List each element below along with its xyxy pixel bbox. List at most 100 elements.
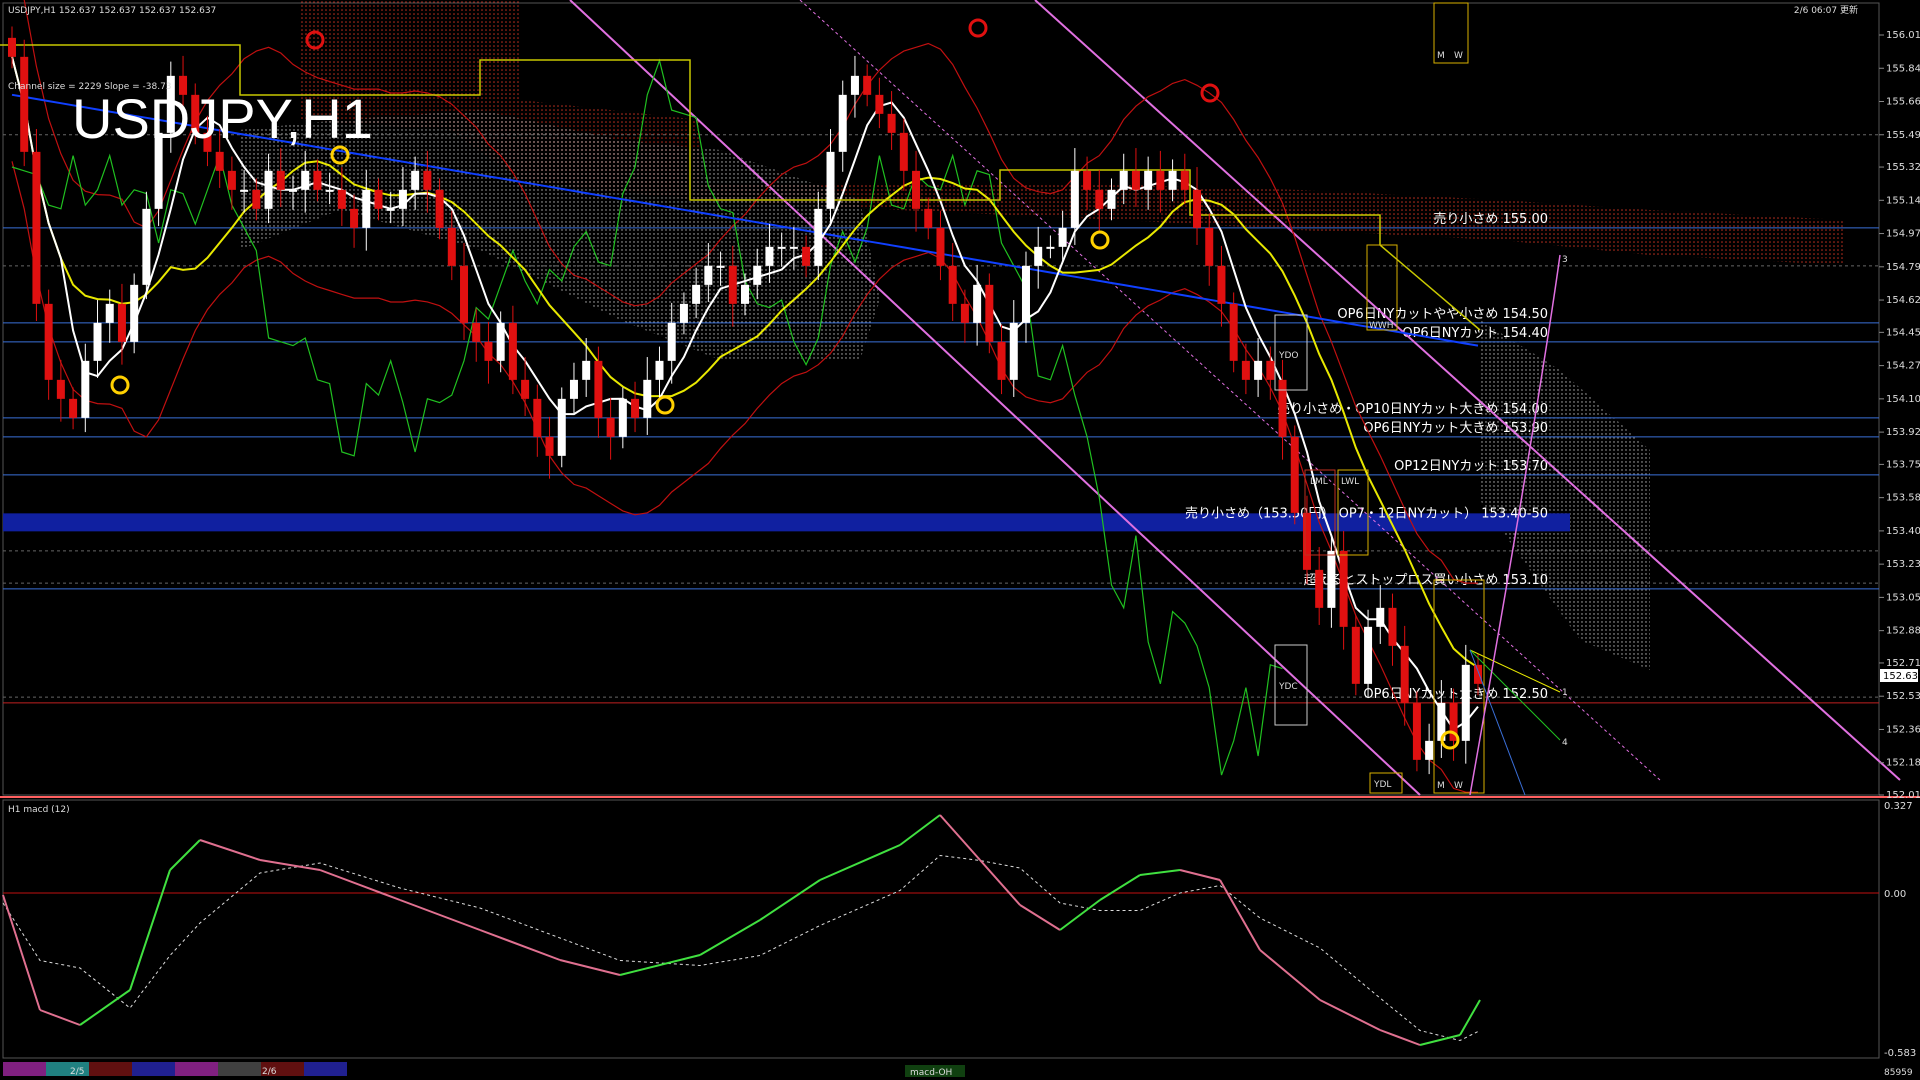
candle-body: [337, 189, 346, 209]
candle-body: [313, 170, 322, 190]
candle-body: [374, 189, 383, 209]
w-label-bottom: W: [1454, 781, 1463, 791]
candle-body: [142, 208, 151, 285]
candle-body: [264, 170, 273, 209]
candle-body: [545, 436, 554, 456]
candle-body: [1156, 170, 1165, 190]
candle-body: [1241, 360, 1250, 380]
candle-body: [44, 303, 53, 380]
wwh-label: WWH: [1369, 321, 1394, 331]
price-tick-label: 155.490: [1886, 130, 1920, 141]
chart-root[interactable]: 売り小さめ 155.00 OP6日NYカットやや小さめ 154.50 OP6日NYカ…: [0, 0, 1920, 1080]
candle-body: [93, 322, 102, 361]
candle-body: [533, 398, 542, 437]
candle-body: [741, 284, 749, 304]
candle-body: [411, 170, 420, 190]
price-tick-label: 153.405: [1886, 526, 1920, 537]
level-label: OP6日NYカット 154.40: [1402, 326, 1548, 341]
price-tick-label: 154.275: [1886, 361, 1920, 372]
candle-body: [802, 246, 811, 266]
candle-body: [472, 322, 481, 342]
candle-body: [252, 189, 261, 209]
candle-body: [643, 379, 652, 418]
candle-body: [1229, 303, 1238, 361]
candle-body: [276, 170, 285, 190]
candle-body: [765, 246, 774, 266]
m-label-top: M: [1437, 51, 1445, 61]
candle-body: [863, 75, 872, 95]
ydl-label: YDL: [1373, 780, 1391, 790]
candle-body: [1205, 227, 1214, 266]
price-tick-label: 152.360: [1886, 724, 1920, 735]
price-tick-label: 154.100: [1886, 394, 1920, 405]
level-label: OP12日NYカット 153.70: [1394, 459, 1548, 474]
candle-body: [398, 189, 407, 209]
candle-body: [435, 189, 444, 228]
price-tick-label: 155.665: [1886, 97, 1920, 108]
price-tick-label: 152.710: [1886, 658, 1920, 669]
price-tick-label: 152.015: [1886, 790, 1920, 801]
symbol-info: USDJPY,H1 152.637 152.637 152.637 152.63…: [8, 6, 216, 16]
candle-body: [704, 265, 713, 285]
candle-body: [1046, 246, 1055, 249]
price-tick-label: 155.145: [1886, 195, 1920, 206]
candle-body: [105, 303, 114, 323]
candle-body: [460, 265, 469, 323]
candle-body: [1327, 550, 1336, 608]
candle-body: [447, 227, 456, 266]
candle-body: [960, 303, 969, 323]
candle-body: [1278, 379, 1287, 437]
candle-body: [850, 75, 859, 95]
candle-body: [1315, 569, 1324, 608]
macd-label: H1 macd (12): [8, 805, 70, 815]
level-label: 売り小さめ・OP10日NYカット大きめ 154.00: [1277, 401, 1548, 417]
price-tick-label: 152.880: [1886, 626, 1920, 637]
level-label: OP6日NYカットやや小さめ 154.50: [1337, 307, 1548, 322]
candle-body: [789, 246, 798, 249]
candle-body: [508, 322, 517, 380]
candle-body: [692, 284, 701, 304]
candle-body: [423, 170, 432, 190]
candle-body: [973, 284, 982, 323]
candle-body: [1009, 322, 1018, 380]
time-label-1: 2/6: [262, 1067, 277, 1077]
level-label: OP6日NYカット大きめ 153.90: [1363, 421, 1548, 436]
candle-body: [288, 189, 297, 192]
candle-body: [728, 265, 737, 304]
price-tick-label: 153.055: [1886, 592, 1920, 603]
candle-body: [1461, 664, 1470, 741]
candle-body: [838, 94, 847, 152]
macd-scale-bottom: -0.583: [1884, 1048, 1916, 1059]
candle-body: [1193, 189, 1202, 228]
macd-scale-zero: 0.00: [1884, 889, 1906, 900]
m-label-bottom: M: [1437, 781, 1445, 791]
price-tick-label: 154.450: [1886, 327, 1920, 338]
candle-body: [1168, 170, 1177, 190]
session-block: [132, 1062, 175, 1076]
candle-body: [1034, 246, 1043, 266]
candle-body: [936, 227, 945, 266]
price-tick-label: 153.755: [1886, 459, 1920, 470]
time-label-0: 2/5: [70, 1067, 84, 1077]
candle-body: [1119, 170, 1128, 190]
price-tick-label: 154.620: [1886, 295, 1920, 306]
ydc-label: YDC: [1278, 682, 1298, 692]
candle-body: [1021, 265, 1030, 323]
candle-body: [1217, 265, 1226, 304]
macd-footer-label: macd-OH: [910, 1068, 952, 1078]
candle-body: [716, 265, 725, 268]
candle-body: [350, 208, 359, 228]
candle-body: [1290, 436, 1299, 513]
candle-body: [521, 379, 530, 399]
candle-body: [631, 398, 640, 418]
candle-body: [1376, 607, 1385, 627]
candle-body: [618, 398, 627, 437]
timestamp: 2/6 06:07 更新: [1794, 4, 1858, 16]
candle-body: [8, 37, 16, 57]
candle-body: [997, 341, 1006, 380]
candle-body: [753, 265, 762, 285]
candle-body: [117, 303, 126, 342]
price-tick-label: 154.795: [1886, 262, 1920, 273]
candle-body: [606, 417, 615, 437]
candle-body: [948, 265, 957, 304]
